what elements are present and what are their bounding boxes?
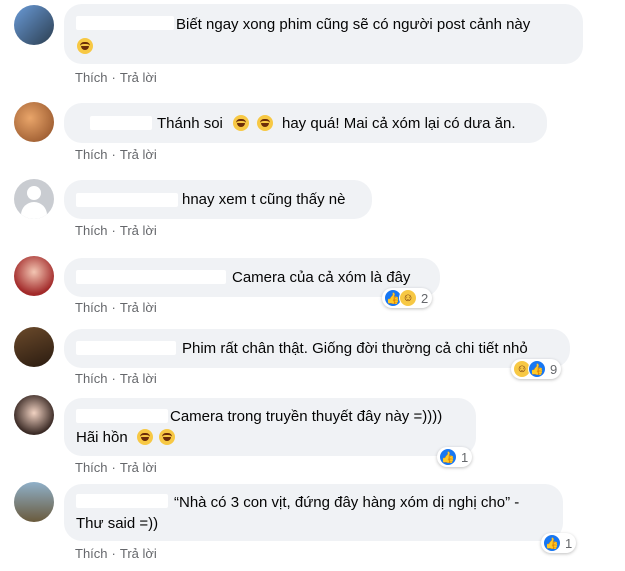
comment-actions: Thích · Trả lời — [75, 300, 157, 315]
like-link[interactable]: Thích — [75, 460, 108, 475]
reply-link[interactable]: Trả lời — [120, 223, 157, 238]
comment-bubble: Camera trong truyền thuyết đây này =))))… — [64, 398, 476, 456]
avatar[interactable] — [14, 179, 54, 219]
like-link[interactable]: Thích — [75, 147, 108, 162]
redacted-author — [90, 116, 152, 130]
smiling-emoji-icon — [233, 115, 249, 131]
comment-text: Camera của cả xóm là đây — [232, 269, 411, 286]
laughing-emoji-icon — [159, 429, 175, 445]
redacted-author — [76, 409, 168, 423]
redacted-author — [76, 494, 168, 508]
comment-text-part-1: Thánh soi — [157, 115, 223, 132]
reply-link[interactable]: Trả lời — [120, 460, 157, 475]
comment-actions: Thích · Trả lời — [75, 546, 157, 561]
redacted-author — [76, 341, 176, 355]
avatar[interactable] — [14, 327, 54, 367]
comment-bubble: hnay xem t cũng thấy nè — [64, 180, 372, 219]
like-link[interactable]: Thích — [75, 371, 108, 386]
reaction-count: 1 — [461, 449, 469, 465]
avatar[interactable] — [14, 102, 54, 142]
default-avatar-head-icon — [27, 186, 41, 200]
reaction-count: 2 — [421, 290, 429, 306]
comment-bubble: Thánh soi hay quá! Mai cả xóm lại có dưa… — [64, 103, 547, 143]
like-reaction-icon: 👍 — [439, 448, 457, 466]
reactions-badge[interactable]: 👍 1 — [437, 447, 473, 467]
laughing-emoji-icon — [77, 38, 93, 54]
like-link[interactable]: Thích — [75, 300, 108, 315]
reply-link[interactable]: Trả lời — [120, 300, 157, 315]
comment-text-line-1: “Nhà có 3 con vịt, đứng đây hàng xóm dị … — [174, 494, 520, 511]
comment-actions: Thích · Trả lời — [75, 460, 157, 475]
avatar[interactable] — [14, 5, 54, 45]
like-link[interactable]: Thích — [75, 223, 108, 238]
like-reaction-icon: 👍 — [543, 534, 561, 552]
reaction-count: 1 — [565, 535, 573, 551]
comment-text: Biết ngay xong phim cũng sẽ có người pos… — [176, 16, 531, 33]
comment-text-line-2: Thư said =)) — [76, 515, 159, 532]
smiling-emoji-icon — [257, 115, 273, 131]
comment-actions: Thích · Trả lời — [75, 70, 157, 85]
comment-actions: Thích · Trả lời — [75, 223, 157, 238]
laughing-emoji-icon — [137, 429, 153, 445]
comment-actions: Thích · Trả lời — [75, 371, 157, 386]
comment-bubble: Biết ngay xong phim cũng sẽ có người pos… — [64, 4, 583, 64]
redacted-author — [76, 270, 226, 284]
redacted-author — [76, 16, 174, 30]
reactions-badge[interactable]: 👍 1 — [541, 533, 577, 553]
reply-link[interactable]: Trả lời — [120, 147, 157, 162]
reactions-badge[interactable]: ☺ 👍 9 — [511, 359, 562, 379]
reply-link[interactable]: Trả lời — [120, 546, 157, 561]
avatar[interactable] — [14, 482, 54, 522]
comment-text: Phim rất chân thật. Giống đời thường cả … — [182, 340, 528, 357]
comment-actions: Thích · Trả lời — [75, 147, 157, 162]
comment-bubble: “Nhà có 3 con vịt, đứng đây hàng xóm dị … — [64, 484, 563, 541]
like-link[interactable]: Thích — [75, 70, 108, 85]
like-reaction-icon: 👍 — [528, 360, 546, 378]
comment-text-line-1: Camera trong truyền thuyết đây này =)))) — [170, 408, 443, 425]
comment-bubble: Phim rất chân thật. Giống đời thường cả … — [64, 329, 570, 368]
like-link[interactable]: Thích — [75, 546, 108, 561]
redacted-author — [76, 193, 178, 207]
haha-reaction-icon: ☺ — [399, 289, 417, 307]
avatar[interactable] — [14, 256, 54, 296]
comment-text-line-2: Hãi hồn — [76, 429, 128, 446]
reaction-count: 9 — [550, 361, 558, 377]
reactions-badge[interactable]: 👍 ☺ 2 — [382, 288, 433, 308]
comment-text-part-2: hay quá! Mai cả xóm lại có dưa ăn. — [282, 115, 516, 132]
comment-text: hnay xem t cũng thấy nè — [182, 191, 346, 208]
reply-link[interactable]: Trả lời — [120, 70, 157, 85]
default-avatar-body-icon — [21, 202, 47, 219]
avatar[interactable] — [14, 395, 54, 435]
reply-link[interactable]: Trả lời — [120, 371, 157, 386]
